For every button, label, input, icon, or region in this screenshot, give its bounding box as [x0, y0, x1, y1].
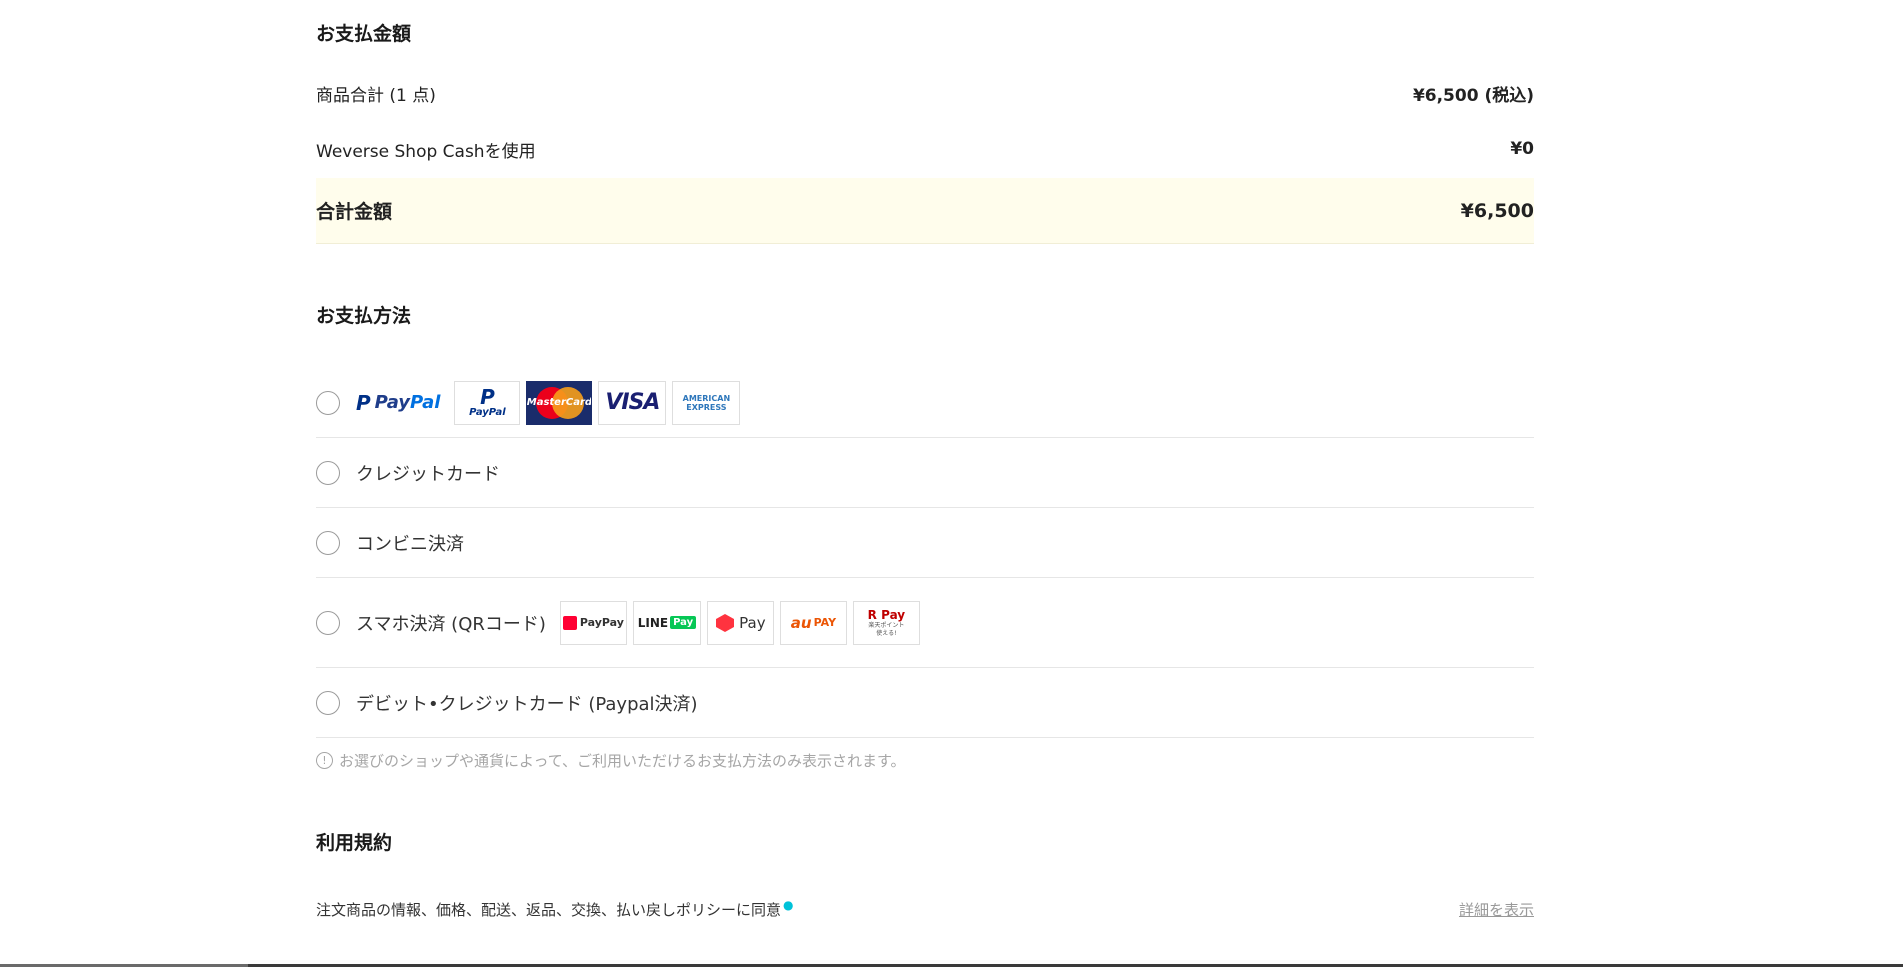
total-value: ¥6,500: [1460, 199, 1534, 222]
paypal-p-icon: P: [356, 390, 371, 415]
credit-card-label: クレジットカード: [356, 463, 500, 485]
mastercard-logo-icon: MasterCard: [526, 380, 593, 425]
amex-text-2: EXPRESS: [686, 402, 727, 412]
linepay-line-text: LINE: [637, 615, 669, 630]
terms-agree-row: 注文商品の情報、価格、配送、返品、交換、払い戻しポリシーに同意 ● 詳細を表示: [316, 897, 1534, 921]
konbini-label: コンビニ決済: [356, 533, 464, 555]
aupay-logo-icon: au PAY: [779, 600, 847, 645]
terms-agree-text: 注文商品の情報、価格、配送、返品、交換、払い戻しポリシーに同意: [316, 901, 782, 919]
paypal-logo-text: PayPal: [469, 407, 506, 418]
merpay-text: Pay: [739, 613, 766, 632]
payment-amount-title: お支払金額: [316, 23, 412, 45]
amex-logo-icon: AMERICAN EXPRESS: [672, 380, 741, 425]
info-icon: !: [316, 752, 333, 769]
subtotal-row: 商品合計 (1 点) ¥6,500 (税込): [316, 80, 1534, 106]
paypal-brand: P PayPal: [356, 391, 440, 415]
visa-logo-icon: VISA: [598, 380, 667, 425]
total-row: 合計金額 ¥6,500: [316, 178, 1534, 244]
paypay-mark-icon: [562, 615, 577, 630]
paypal-logo-p: P: [480, 385, 495, 409]
visa-text: VISA: [605, 390, 660, 415]
paypay-text: PayPay: [579, 616, 624, 629]
cash-label: Weverse Shop Cashを使用: [316, 141, 536, 162]
cash-value: ¥0: [1510, 139, 1534, 159]
subtotal-value: ¥6,500 (税込): [1412, 85, 1534, 106]
payment-option-konbini[interactable]: コンビニ決済: [316, 508, 1534, 578]
payment-method-title: お支払方法: [316, 305, 412, 327]
payment-method-notice: ! お選びのショップや通貨によって、ご利用いただけるお支払方法のみ表示されます。: [316, 750, 906, 771]
aupay-pay-text: PAY: [813, 616, 837, 629]
debit-paypal-label: デビット•クレジットカード (Paypal決済): [356, 693, 698, 715]
payment-option-credit-card[interactable]: クレジットカード: [316, 438, 1534, 508]
rpay-text: R Pay: [867, 607, 906, 622]
terms-title: 利用規約: [316, 832, 393, 854]
paypal-logo-icon: P PayPal: [454, 380, 521, 425]
subtotal-label: 商品合計 (1 点): [316, 85, 436, 106]
payment-option-debit-paypal[interactable]: デビット•クレジットカード (Paypal決済): [316, 668, 1534, 738]
card-logos: P PayPal MasterCard VISA AMERICAN EXPRES…: [454, 380, 741, 425]
smartphone-label: スマホ決済 (QRコード): [356, 613, 546, 635]
qr-logos: PayPay LINE Pay Pay au PAY R Pay 楽天ポイント …: [559, 600, 920, 645]
terms-agree-wrap: 注文商品の情報、価格、配送、返品、交換、払い戻しポリシーに同意 ●: [316, 898, 794, 920]
cash-row: Weverse Shop Cashを使用 ¥0: [316, 136, 1534, 162]
rpay-sub2: 使える!: [876, 629, 897, 637]
rpay-logo-icon: R Pay 楽天ポイント 使える!: [852, 600, 920, 645]
linepay-logo-icon: LINE Pay: [632, 600, 701, 645]
required-dot-icon: ●: [783, 898, 794, 912]
paypal-brand-pay: Pay: [374, 392, 411, 413]
amex-text-1: AMERICAN: [682, 393, 731, 403]
credit-card-radio[interactable]: [316, 460, 340, 485]
total-label: 合計金額: [316, 201, 393, 223]
debit-paypal-radio[interactable]: [316, 690, 340, 715]
smartphone-radio[interactable]: [316, 610, 340, 635]
notice-text: お選びのショップや通貨によって、ご利用いただけるお支払方法のみ表示されます。: [339, 752, 906, 770]
merpay-mark-icon: [716, 613, 735, 632]
konbini-radio[interactable]: [316, 530, 340, 555]
terms-details-link[interactable]: 詳細を表示: [1459, 899, 1534, 920]
mastercard-text: MasterCard: [526, 397, 593, 408]
rpay-sub1: 楽天ポイント: [868, 621, 905, 629]
paypay-logo-icon: PayPay: [559, 600, 627, 645]
payment-option-smartphone[interactable]: スマホ決済 (QRコード) PayPay LINE Pay Pay au PAY…: [316, 578, 1534, 668]
merpay-logo-icon: Pay: [706, 600, 774, 645]
aupay-au-text: au: [790, 613, 812, 632]
paypal-brand-pal: Pal: [410, 392, 441, 413]
payment-option-paypal[interactable]: P PayPal P PayPal MasterCard VISA AMERIC…: [316, 368, 1534, 438]
linepay-pay-text: Pay: [670, 616, 697, 629]
paypal-radio[interactable]: [316, 390, 340, 415]
